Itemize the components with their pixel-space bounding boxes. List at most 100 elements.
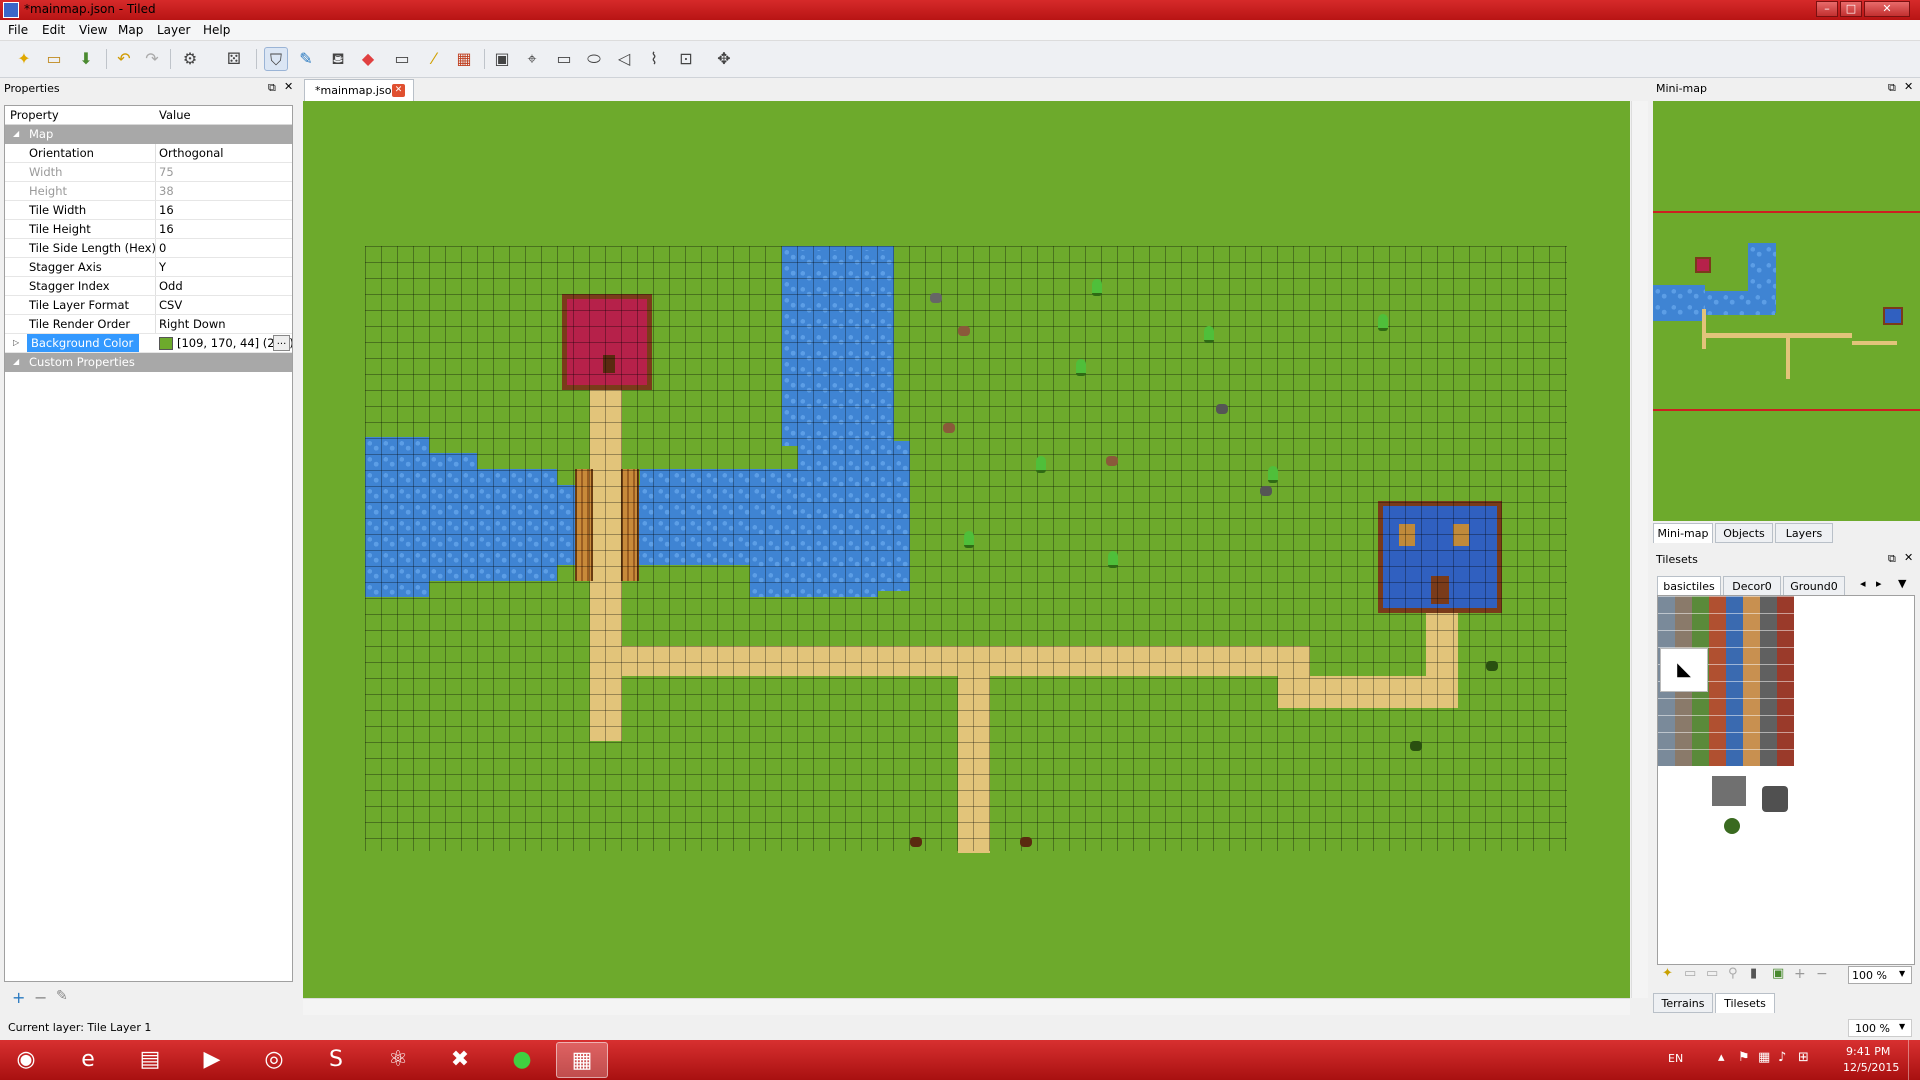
green-app-icon[interactable]: ● — [496, 1042, 548, 1078]
undo-icon[interactable]: ↶ — [112, 47, 136, 71]
menu-map[interactable]: Map — [118, 23, 143, 37]
prop-row-orientation[interactable]: Orientation Orthogonal — [5, 144, 292, 163]
horizontal-scrollbar[interactable] — [303, 998, 1630, 1015]
minimap-view[interactable] — [1653, 101, 1920, 521]
tab-minimap[interactable]: Mini-map — [1653, 523, 1713, 543]
language-indicator[interactable]: EN — [1668, 1052, 1683, 1065]
close-button[interactable]: ✕ — [1864, 1, 1910, 17]
map-zoom-select[interactable]: 100 % ▼ — [1848, 1019, 1912, 1037]
color-picker-button[interactable]: ... — [273, 335, 290, 351]
commands-icon[interactable]: ⚙ — [178, 47, 202, 71]
insert-ellipse-icon[interactable]: ⬭ — [582, 47, 606, 71]
new-icon[interactable]: ✦ — [12, 47, 36, 71]
menu-edit[interactable]: Edit — [42, 23, 65, 37]
action-center-icon[interactable]: ⚑ — [1738, 1050, 1750, 1065]
prop-row-stagger-axis[interactable]: Stagger Axis Y — [5, 258, 292, 277]
maximize-button[interactable]: □ — [1840, 1, 1862, 17]
menu-layer[interactable]: Layer — [157, 23, 190, 37]
edit-terrain-icon[interactable]: ▣ — [1772, 966, 1784, 981]
tab-terrains[interactable]: Terrains — [1653, 993, 1713, 1013]
prop-row-tile-height[interactable]: Tile Height 16 — [5, 220, 292, 239]
select-same-tile-icon[interactable]: ▦ — [452, 47, 476, 71]
open-icon[interactable]: ▭ — [42, 47, 66, 71]
insert-polygon-icon[interactable]: ◁ — [612, 47, 636, 71]
atom-icon[interactable]: ⚛ — [372, 1042, 424, 1078]
prop-row-width[interactable]: Width 75 — [5, 163, 292, 182]
close-tab-icon[interactable]: ✕ — [392, 84, 405, 97]
network-icon[interactable]: ▦ — [1758, 1050, 1770, 1065]
rect-select-icon[interactable]: ▭ — [390, 47, 414, 71]
save-icon[interactable]: ⬇ — [74, 47, 98, 71]
insert-tile-icon[interactable]: ⊡ — [674, 47, 698, 71]
prop-row-stagger-index[interactable]: Stagger Index Odd — [5, 277, 292, 296]
tileset-zoom-select[interactable]: 100 % ▼ — [1848, 966, 1912, 984]
close-panel-icon[interactable]: ✕ — [1904, 551, 1913, 564]
menu-view[interactable]: View — [79, 23, 107, 37]
tab-scroll-left-icon[interactable]: ◂ — [1860, 577, 1866, 590]
prop-row-background-color[interactable]: ▷ Background Color [109, 170, 44] (255) … — [5, 334, 292, 353]
clock-time[interactable]: 9:41 PM — [1846, 1045, 1890, 1058]
collapse-icon[interactable]: ◢ — [13, 129, 19, 138]
zoom-out-icon[interactable]: − — [1816, 966, 1828, 982]
insert-polyline-icon[interactable]: ⌇ — [642, 47, 666, 71]
zoom-in-icon[interactable]: + — [1794, 966, 1806, 982]
minimize-button[interactable]: – — [1816, 1, 1838, 17]
float-panel-icon[interactable]: ⧉ — [268, 81, 276, 95]
internet-explorer-icon[interactable]: e — [62, 1042, 114, 1078]
float-panel-icon[interactable]: ⧉ — [1888, 81, 1896, 95]
prop-row-hex-side[interactable]: Tile Side Length (Hex) 0 — [5, 239, 292, 258]
float-panel-icon[interactable]: ⧉ — [1888, 552, 1896, 566]
tiled-icon[interactable]: ▦ — [556, 1042, 608, 1078]
windows-flag-icon[interactable]: ⊞ — [1798, 1050, 1809, 1065]
import-tileset-icon[interactable]: ▭ — [1684, 966, 1696, 981]
move-objects-icon[interactable]: ✥ — [712, 47, 736, 71]
menu-help[interactable]: Help — [203, 23, 230, 37]
rename-property-icon[interactable]: ✎ — [56, 988, 68, 1004]
export-tileset-icon[interactable]: ▭ — [1706, 966, 1718, 981]
show-desktop-button[interactable] — [1908, 1040, 1920, 1080]
tab-tilesets[interactable]: Tilesets — [1715, 993, 1775, 1013]
selected-tile[interactable]: ◣ — [1660, 648, 1708, 692]
xampp-icon[interactable]: ✖ — [434, 1042, 486, 1078]
tab-list-icon[interactable]: ▼ — [1898, 577, 1906, 590]
edit-polygons-icon[interactable]: ⌖ — [520, 47, 544, 71]
stamp-brush-icon[interactable]: ⛉ — [264, 47, 288, 71]
collapse-icon[interactable]: ◢ — [13, 357, 19, 366]
skype-icon[interactable]: S — [310, 1042, 362, 1078]
clock-date[interactable]: 12/5/2015 — [1843, 1061, 1899, 1074]
tab-mainmap[interactable]: *mainmap.json ✕ — [304, 79, 414, 101]
media-player-icon[interactable]: ▶ — [186, 1042, 238, 1078]
remove-property-icon[interactable]: − — [34, 988, 47, 1007]
magic-wand-icon[interactable]: ⁄ — [422, 47, 446, 71]
delete-tileset-icon[interactable]: ▮ — [1750, 966, 1757, 981]
map-canvas[interactable] — [303, 101, 1630, 998]
volume-icon[interactable]: ♪ — [1778, 1050, 1786, 1065]
chrome-icon[interactable]: ◎ — [248, 1042, 300, 1078]
prop-row-render-order[interactable]: Tile Render Order Right Down — [5, 315, 292, 334]
add-property-icon[interactable]: + — [12, 988, 25, 1007]
tab-ground0[interactable]: Ground0 — [1783, 576, 1845, 596]
tab-objects[interactable]: Objects — [1715, 523, 1773, 543]
vertical-scrollbar[interactable] — [1631, 101, 1648, 998]
menu-file[interactable]: File — [8, 23, 28, 37]
start-orb-icon[interactable]: ◉ — [0, 1042, 52, 1078]
group-custom-properties[interactable]: ◢ Custom Properties — [5, 353, 292, 372]
redo-icon[interactable]: ↷ — [140, 47, 164, 71]
eraser-icon[interactable]: ◆ — [356, 47, 380, 71]
tileset-view[interactable]: ◣ — [1657, 595, 1915, 965]
tab-basictiles[interactable]: basictiles — [1657, 576, 1721, 596]
prop-row-height[interactable]: Height 38 — [5, 182, 292, 201]
insert-rect-icon[interactable]: ▭ — [552, 47, 576, 71]
random-icon[interactable]: ⚄ — [222, 47, 246, 71]
tab-layers[interactable]: Layers — [1775, 523, 1833, 543]
terrain-brush-icon[interactable]: ✎ — [294, 47, 318, 71]
group-map[interactable]: ◢ Map — [5, 125, 292, 144]
tab-scroll-right-icon[interactable]: ▸ — [1876, 577, 1882, 590]
show-hidden-icons-icon[interactable]: ▴ — [1718, 1050, 1725, 1065]
tab-decor0[interactable]: Decor0 — [1723, 576, 1781, 596]
tileset-properties-icon[interactable]: ⚲ — [1728, 966, 1738, 981]
prop-row-layer-format[interactable]: Tile Layer Format CSV — [5, 296, 292, 315]
prop-row-tile-width[interactable]: Tile Width 16 — [5, 201, 292, 220]
expand-icon[interactable]: ▷ — [13, 338, 19, 347]
close-panel-icon[interactable]: ✕ — [284, 80, 293, 93]
